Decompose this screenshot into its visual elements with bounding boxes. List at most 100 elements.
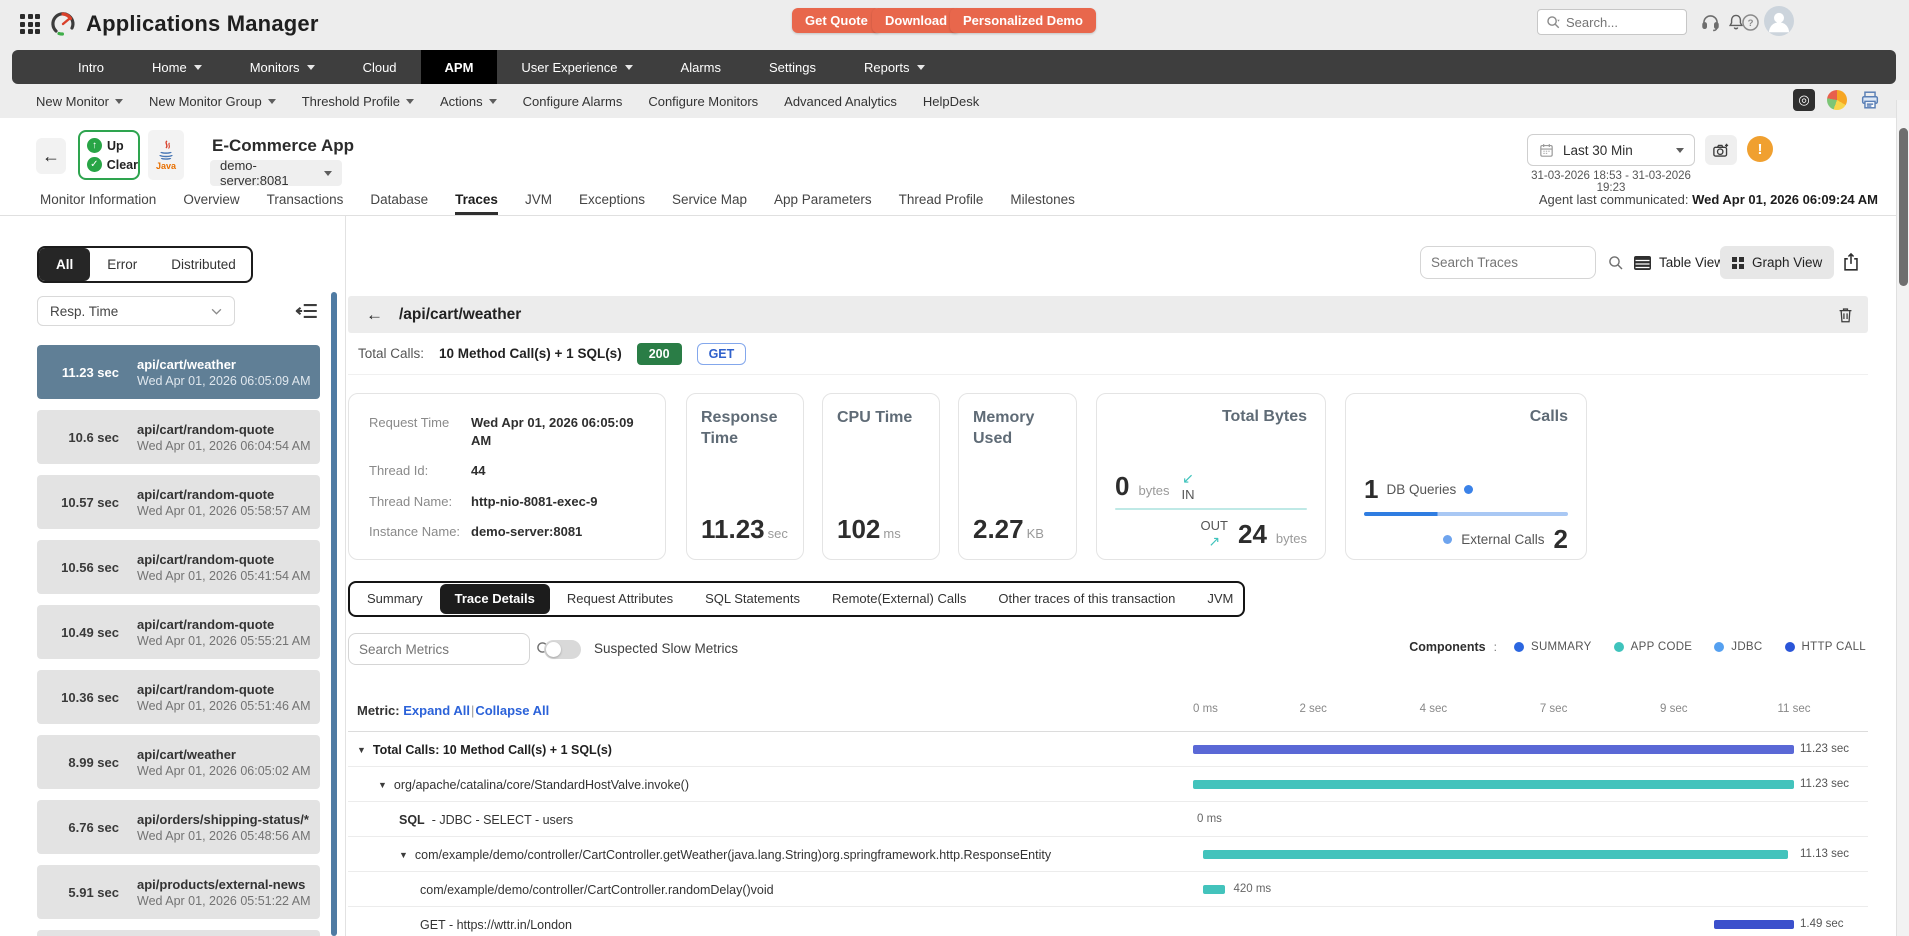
tab-jvm[interactable]: JVM (525, 192, 552, 215)
nav-item-intro[interactable]: Intro (54, 50, 128, 84)
tab-database[interactable]: Database (370, 192, 428, 215)
back-button[interactable]: ← (36, 138, 66, 174)
nav-item-alarms[interactable]: Alarms (657, 50, 745, 84)
get-quote-button[interactable]: Get Quote (792, 8, 881, 33)
tab-monitor-information[interactable]: Monitor Information (40, 192, 156, 215)
list-item[interactable]: 10.56 secapi/cart/random-quoteWed Apr 01… (37, 540, 320, 594)
sort-select[interactable]: Resp. Time (37, 296, 235, 326)
nav-item-cloud[interactable]: Cloud (339, 50, 421, 84)
tab-app-parameters[interactable]: App Parameters (774, 192, 872, 215)
collapse-filter-icon[interactable] (294, 298, 320, 324)
list-item[interactable]: 10.6 secapi/cart/random-quoteWed Apr 01,… (37, 410, 320, 464)
apps-grid-icon[interactable] (20, 14, 40, 34)
nav-item-home[interactable]: Home (128, 50, 226, 84)
detail-tab-request-attributes[interactable]: Request Attributes (552, 584, 688, 614)
nav-item-label: Cloud (363, 60, 397, 75)
list-item[interactable]: 8.99 secapi/cart/weatherWed Apr 01, 2026… (37, 735, 320, 789)
filter-error[interactable]: Error (90, 248, 154, 281)
printer-icon[interactable] (1859, 89, 1881, 111)
time-range-select[interactable]: Last 30 Min (1527, 134, 1695, 166)
search-metrics[interactable] (348, 633, 530, 665)
delete-trace-icon[interactable] (1836, 302, 1862, 328)
metric-timeline: 420 ms (1193, 872, 1794, 907)
nav-item-user-experience[interactable]: User Experience (497, 50, 656, 84)
list-item[interactable]: 10.57 secapi/cart/random-quoteWed Apr 01… (37, 475, 320, 529)
personalized-demo-button[interactable]: Personalized Demo (950, 8, 1096, 33)
info-row: Request TimeWed Apr 01, 2026 06:05:09 AM (369, 414, 651, 449)
nav-item-monitors[interactable]: Monitors (226, 50, 339, 84)
detail-tab-jvm[interactable]: JVM (1192, 584, 1248, 614)
list-item[interactable]: 5.91 secapi/products/external-newsWed Ap… (37, 865, 320, 919)
external-calls-value: 2 (1554, 524, 1568, 555)
instance-select[interactable]: demo-server:8081 (210, 160, 342, 186)
nav-item-settings[interactable]: Settings (745, 50, 840, 84)
metric-row[interactable]: GET - https://wttr.in/London1.49 sec (348, 907, 1868, 936)
screenshot-tool-icon[interactable]: ◎ (1793, 89, 1815, 111)
snapshot-camera-button[interactable] (1705, 135, 1737, 165)
list-item[interactable]: 11.23 secapi/cart/weatherWed Apr 01, 202… (37, 345, 320, 399)
collapse-arrow-icon[interactable]: ▼ (357, 745, 366, 755)
list-item[interactable]: 6.76 secapi/orders/shipping-status/*Wed … (37, 800, 320, 854)
user-avatar[interactable] (1764, 6, 1794, 36)
detail-tab-summary[interactable]: Summary (352, 584, 438, 614)
detail-tab-remote-external-calls[interactable]: Remote(External) Calls (817, 584, 981, 614)
metric-row[interactable]: ▼Total Calls: 10 Method Call(s) + 1 SQL(… (348, 732, 1868, 767)
tab-thread-profile[interactable]: Thread Profile (899, 192, 984, 215)
collapse-arrow-icon[interactable]: ▼ (399, 850, 408, 860)
toolbar-item-advanced-analytics[interactable]: Advanced Analytics (784, 94, 897, 109)
slow-metrics-toggle[interactable] (544, 640, 581, 659)
search-traces[interactable] (1420, 246, 1596, 279)
legend-app-code: APP CODE (1614, 641, 1693, 653)
legend-dot-icon (1714, 642, 1724, 652)
global-search[interactable] (1537, 9, 1687, 35)
tab-overview[interactable]: Overview (183, 192, 239, 215)
pie-chart-icon[interactable] (1827, 90, 1847, 110)
metric-row[interactable]: SQL- JDBC - SELECT - users0 ms (348, 802, 1868, 837)
tab-transactions[interactable]: Transactions (267, 192, 344, 215)
download-button[interactable]: Download (872, 8, 960, 33)
metric-row[interactable]: com/example/demo/controller/CartControll… (348, 872, 1868, 907)
metric-row[interactable]: ▼com/example/demo/controller/CartControl… (348, 837, 1868, 872)
detail-tab-sql-statements[interactable]: SQL Statements (690, 584, 815, 614)
graph-view-button[interactable]: Graph View (1720, 246, 1834, 279)
list-item-partial[interactable] (37, 930, 320, 936)
toolbar-item-threshold-profile[interactable]: Threshold Profile (302, 94, 414, 109)
toolbar-item-helpdesk[interactable]: HelpDesk (923, 94, 979, 109)
support-headset-icon[interactable] (1697, 9, 1723, 35)
tab-traces[interactable]: Traces (455, 192, 498, 215)
toolbar-item-new-monitor-group[interactable]: New Monitor Group (149, 94, 276, 109)
toolbar-item-actions[interactable]: Actions (440, 94, 497, 109)
table-view-button[interactable]: Table View (1622, 246, 1736, 279)
search-traces-input[interactable] (1431, 255, 1608, 270)
tab-milestones[interactable]: Milestones (1010, 192, 1075, 215)
share-icon[interactable] (1840, 249, 1866, 275)
list-scrollbar[interactable] (331, 292, 337, 936)
alarm-warning-badge[interactable]: ! (1747, 136, 1773, 162)
db-queries-value: 1 (1364, 474, 1378, 505)
help-icon[interactable]: ? (1737, 9, 1763, 35)
collapse-all-link[interactable]: Collapse All (475, 703, 549, 718)
chevron-down-icon (268, 99, 276, 104)
page-scrollbar[interactable] (1896, 100, 1909, 936)
expand-all-link[interactable]: Expand All (403, 703, 470, 718)
back-arrow-icon[interactable]: ← (366, 305, 383, 325)
toolbar-item-configure-alarms[interactable]: Configure Alarms (523, 94, 623, 109)
tab-service-map[interactable]: Service Map (672, 192, 747, 215)
scrollbar-thumb[interactable] (1899, 128, 1908, 286)
nav-item-reports[interactable]: Reports (840, 50, 949, 84)
toolbar-item-new-monitor[interactable]: New Monitor (36, 94, 123, 109)
list-item[interactable]: 10.36 secapi/cart/random-quoteWed Apr 01… (37, 670, 320, 724)
list-item[interactable]: 10.49 secapi/cart/random-quoteWed Apr 01… (37, 605, 320, 659)
info-row: Thread Name:http-nio-8081-exec-9 (369, 493, 651, 511)
search-metrics-input[interactable] (359, 642, 536, 657)
toolbar-item-configure-monitors[interactable]: Configure Monitors (648, 94, 758, 109)
detail-tab-trace-details[interactable]: Trace Details (440, 584, 550, 614)
collapse-arrow-icon[interactable]: ▼ (378, 780, 387, 790)
filter-distributed[interactable]: Distributed (154, 248, 253, 281)
global-search-input[interactable] (1566, 15, 1678, 30)
metric-row[interactable]: ▼org/apache/catalina/core/StandardHostVa… (348, 767, 1868, 802)
detail-tab-other-traces-of-this-transaction[interactable]: Other traces of this transaction (983, 584, 1190, 614)
tab-exceptions[interactable]: Exceptions (579, 192, 645, 215)
nav-item-apm[interactable]: APM (421, 50, 498, 84)
filter-all[interactable]: All (39, 248, 90, 281)
